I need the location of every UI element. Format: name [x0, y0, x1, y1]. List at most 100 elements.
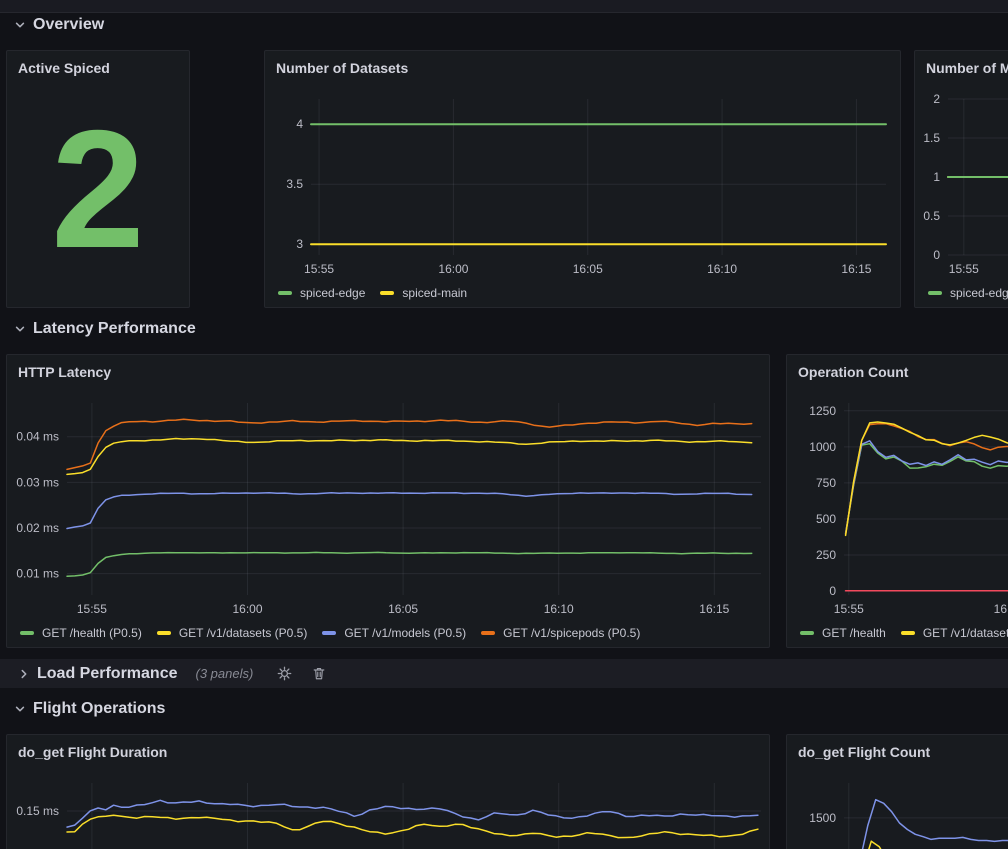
y-tick-label: 3.5 [286, 177, 303, 191]
gear-icon [277, 666, 292, 681]
legend-swatch [800, 631, 814, 635]
section-label: Overview [33, 16, 104, 34]
legend-label: GET /v1/datasets [923, 626, 1008, 640]
panel-title[interactable]: Number of Models [915, 51, 1008, 85]
chart-legend: spiced-edge spiced-main [278, 283, 467, 303]
section-label: Flight Operations [33, 700, 165, 718]
legend-item[interactable]: spiced-main [380, 286, 467, 300]
y-tick-label: 1 [933, 170, 940, 184]
chart-canvas: 15:5516:0016:0516:1016:150.01 ms0.02 ms0… [7, 389, 769, 647]
legend-label: spiced-edge [950, 286, 1008, 300]
y-tick-label: 0.04 ms [16, 430, 59, 444]
legend-label: GET /health (P0.5) [42, 626, 142, 640]
legend-swatch [380, 291, 394, 295]
legend-item[interactable]: GET /v1/datasets [901, 626, 1008, 640]
series-line [852, 800, 1008, 849]
x-tick-label: 16:05 [573, 262, 603, 276]
chart-canvas: 15:5516:0016:0516:1016:1533.54 [265, 85, 900, 307]
chart-number-of-datasets[interactable]: 15:5516:0016:0516:1016:1533.54spiced-edg… [265, 85, 900, 307]
y-tick-label: 0.02 ms [16, 521, 59, 535]
series-line [67, 419, 752, 469]
series-line [67, 815, 758, 837]
panel-title[interactable]: Active Spiced [7, 51, 189, 85]
y-tick-label: 0 [933, 248, 940, 262]
chevron-down-icon [14, 703, 26, 715]
chart-canvas: 15:5516:0016:0516:1016:150.15 ms0.10 ms [7, 769, 769, 849]
legend-item[interactable]: GET /health (P0.5) [20, 626, 142, 640]
legend-label: spiced-main [402, 286, 467, 300]
panel-title[interactable]: Operation Count [787, 355, 1008, 389]
chevron-down-icon [14, 323, 26, 335]
legend-item[interactable]: GET /v1/datasets (P0.5) [157, 626, 308, 640]
chart-number-of-models[interactable]: 15:5516:0000.511.52spiced-edgespiced-mai… [915, 85, 1008, 307]
panel-title[interactable]: do_get Flight Duration [7, 735, 769, 769]
chart-do-get-flight-count[interactable]: 15:5516:0016:0515001000do_get count Ado_… [787, 769, 1008, 849]
x-tick-label: 16:00 [994, 602, 1008, 616]
section-header-load-performance[interactable]: Load Performance (3 panels) [0, 659, 1008, 688]
legend-label: GET /health [822, 626, 886, 640]
legend-item[interactable]: spiced-edge [278, 286, 365, 300]
legend-swatch [928, 291, 942, 295]
legend-label: GET /v1/models (P0.5) [344, 626, 466, 640]
x-tick-label: 16:00 [438, 262, 468, 276]
panel-title[interactable]: Number of Datasets [265, 51, 900, 85]
chart-legend: spiced-edgespiced-main [928, 283, 1008, 303]
toolbar-bottom-edge [0, 0, 1008, 13]
chart-legend: GET /healthGET /v1/datasetsGET /v1/model… [800, 623, 1008, 643]
chart-http-latency[interactable]: 15:5516:0016:0516:1016:150.01 ms0.02 ms0… [7, 389, 769, 647]
y-tick-label: 0.03 ms [16, 475, 59, 489]
chart-do-get-flight-duration[interactable]: 15:5516:0016:0516:1016:150.15 ms0.10 msd… [7, 769, 769, 849]
y-tick-label: 1500 [809, 811, 836, 825]
x-tick-label: 16:15 [841, 262, 871, 276]
legend-item[interactable]: spiced-edge [928, 286, 1008, 300]
series-line [67, 493, 752, 529]
chevron-down-icon [14, 19, 26, 31]
panel-http-latency: HTTP Latency 15:5516:0016:0516:1016:150.… [6, 354, 770, 648]
delete-button[interactable] [312, 666, 326, 681]
stat-body: 2 [7, 85, 189, 307]
chart-operation-count[interactable]: 15:5516:0016:05025050075010001250GET /he… [787, 389, 1008, 647]
y-tick-label: 500 [816, 512, 836, 526]
panel-do-get-flight-duration: do_get Flight Duration 15:5516:0016:0516… [6, 734, 770, 849]
x-tick-label: 15:55 [304, 262, 334, 276]
y-tick-label: 750 [816, 476, 836, 490]
y-tick-label: 0.15 ms [16, 804, 59, 818]
panels-count: (3 panels) [195, 666, 253, 681]
legend-item[interactable]: GET /v1/models (P0.5) [322, 626, 466, 640]
section-label: Latency Performance [33, 320, 196, 338]
legend-item[interactable]: GET /health [800, 626, 886, 640]
section-header-flight-operations[interactable]: Flight Operations [14, 700, 165, 718]
chart-canvas: 15:5516:0000.511.52 [915, 85, 1008, 307]
legend-swatch [278, 291, 292, 295]
section-header-latency-performance[interactable]: Latency Performance [14, 320, 196, 338]
series-line [846, 444, 1008, 534]
x-tick-label: 16:10 [544, 602, 574, 616]
x-tick-label: 16:15 [699, 602, 729, 616]
series-line [67, 800, 758, 827]
series-line [67, 552, 752, 576]
legend-swatch [322, 631, 336, 635]
panel-do-get-flight-count: do_get Flight Count 15:5516:0016:0515001… [786, 734, 1008, 849]
panel-number-of-models: Number of Models 15:5516:0000.511.52spic… [914, 50, 1008, 308]
y-tick-label: 0.5 [923, 209, 940, 223]
chevron-right-icon [18, 668, 30, 680]
legend-swatch [20, 631, 34, 635]
settings-button[interactable] [277, 666, 292, 681]
y-tick-label: 3 [296, 237, 303, 251]
section-label: Load Performance [37, 665, 177, 683]
x-tick-label: 15:55 [949, 262, 979, 276]
y-tick-label: 250 [816, 548, 836, 562]
panel-operation-count: Operation Count 15:5516:0016:05025050075… [786, 354, 1008, 648]
chart-canvas: 15:5516:0016:05025050075010001250 [787, 389, 1008, 647]
y-tick-label: 0.01 ms [16, 567, 59, 581]
x-tick-label: 15:55 [77, 602, 107, 616]
legend-item[interactable]: GET /v1/spicepods (P0.5) [481, 626, 640, 640]
section-header-overview[interactable]: Overview [14, 16, 104, 34]
trash-icon [312, 666, 326, 681]
y-tick-label: 4 [296, 117, 303, 131]
legend-swatch [157, 631, 171, 635]
y-tick-label: 2 [933, 92, 940, 106]
panel-title[interactable]: do_get Flight Count [787, 735, 1008, 769]
panel-title[interactable]: HTTP Latency [7, 355, 769, 389]
series-line [67, 439, 752, 475]
